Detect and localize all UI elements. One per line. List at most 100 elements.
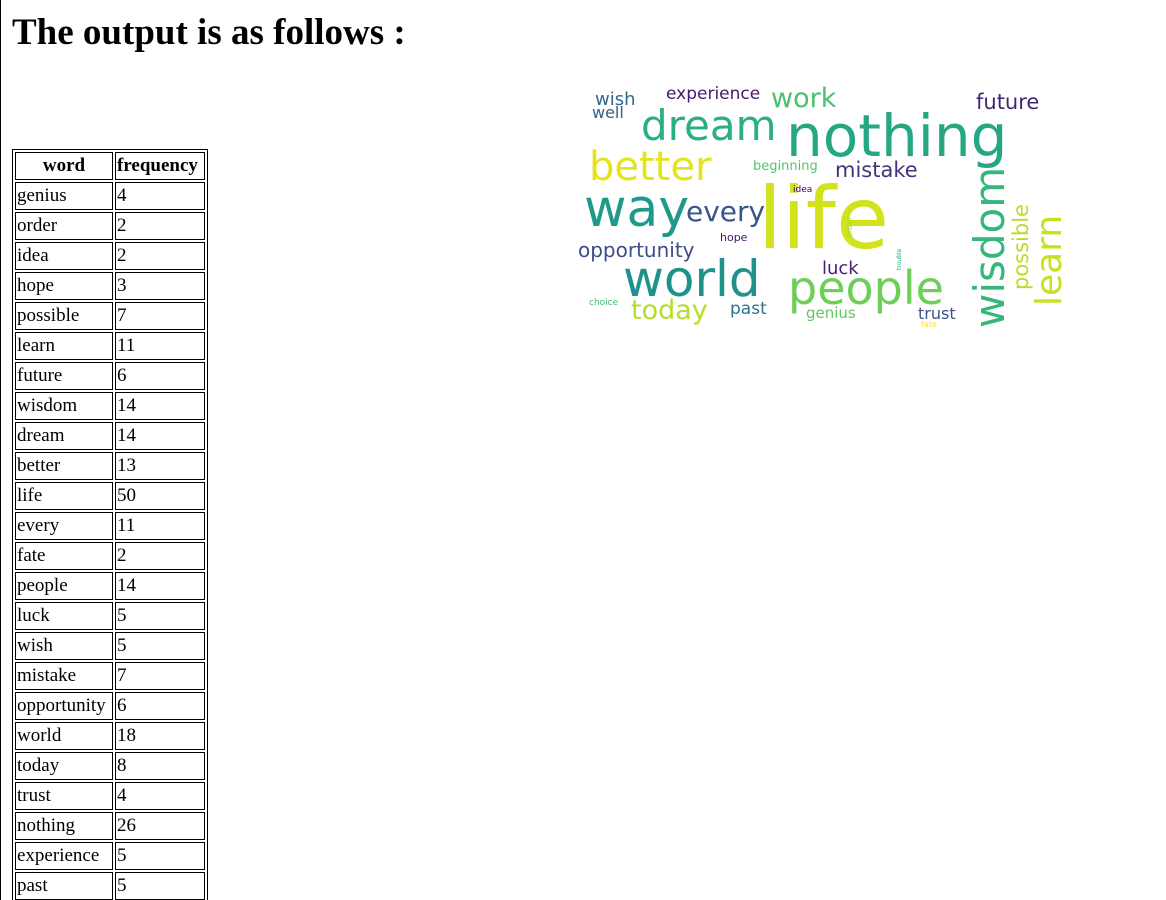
cloud-word: life: [758, 169, 889, 269]
table-row: fate 2: [15, 542, 205, 570]
cell-word: nothing: [15, 812, 113, 840]
cell-frequency: 8: [115, 752, 205, 780]
table-row: genius 4: [15, 182, 205, 210]
cloud-word: work: [771, 83, 837, 114]
column-header-frequency: frequency: [115, 152, 205, 180]
cell-frequency: 7: [115, 662, 205, 690]
table-row: wish 5: [15, 632, 205, 660]
cloud-word: dream: [641, 101, 777, 150]
cloud-word: every: [686, 195, 765, 228]
table-row: dream 14: [15, 422, 205, 450]
cloud-word: trouble: [896, 248, 903, 270]
cloud-word: today: [631, 295, 708, 326]
cell-word: opportunity: [15, 692, 113, 720]
cell-word: learn: [15, 332, 113, 360]
cell-frequency: 5: [115, 842, 205, 870]
cloud-word: well: [592, 103, 624, 122]
cloud-word: luck: [822, 258, 859, 279]
cloud-word: beginning: [753, 159, 818, 174]
table-row: luck 5: [15, 602, 205, 630]
cell-frequency: 5: [115, 632, 205, 660]
table-row: people 14: [15, 572, 205, 600]
cell-frequency: 11: [115, 512, 205, 540]
table-row: trust 4: [15, 782, 205, 810]
table-row: world 18: [15, 722, 205, 750]
cell-frequency: 2: [115, 542, 205, 570]
cell-frequency: 18: [115, 722, 205, 750]
table-row: wisdom 14: [15, 392, 205, 420]
cloud-word: fate: [921, 320, 937, 329]
cell-frequency: 26: [115, 812, 205, 840]
table-row: order 2: [15, 212, 205, 240]
cell-word: wisdom: [15, 392, 113, 420]
page-heading: The output is as follows :: [12, 12, 406, 53]
cell-word: idea: [15, 242, 113, 270]
cell-frequency: 4: [115, 182, 205, 210]
cell-word: people: [15, 572, 113, 600]
cloud-word: better: [589, 144, 712, 190]
cell-frequency: 14: [115, 572, 205, 600]
cell-word: trust: [15, 782, 113, 810]
word-frequency-table: word frequency genius 4 order 2 idea 2 hope 3 po…: [12, 149, 208, 900]
cloud-word: wisdom: [965, 167, 1014, 328]
cell-frequency: 14: [115, 392, 205, 420]
cell-word: experience: [15, 842, 113, 870]
table-row: life 50: [15, 482, 205, 510]
cloud-word: experience: [666, 84, 760, 104]
cloud-word: choice: [589, 298, 619, 308]
table-row: hope 3: [15, 272, 205, 300]
cell-word: life: [15, 482, 113, 510]
table-row: learn 11: [15, 332, 205, 360]
cell-word: future: [15, 362, 113, 390]
cloud-word: genius: [806, 304, 856, 322]
cell-frequency: 5: [115, 872, 205, 900]
table-row: every 11: [15, 512, 205, 540]
table-row: mistake 7: [15, 662, 205, 690]
cell-frequency: 5: [115, 602, 205, 630]
cell-frequency: 2: [115, 212, 205, 240]
cell-word: luck: [15, 602, 113, 630]
table-row: possible 7: [15, 302, 205, 330]
table-row: past 5: [15, 872, 205, 900]
table-row: opportunity 6: [15, 692, 205, 720]
cell-frequency: 2: [115, 242, 205, 270]
cell-frequency: 50: [115, 482, 205, 510]
cloud-word: idea: [793, 185, 812, 195]
cell-frequency: 3: [115, 272, 205, 300]
cell-word: possible: [15, 302, 113, 330]
cell-word: hope: [15, 272, 113, 300]
cloud-word: mistake: [835, 158, 918, 182]
cloud-word: hope: [720, 231, 748, 244]
cell-frequency: 7: [115, 302, 205, 330]
cell-frequency: 6: [115, 692, 205, 720]
word-cloud-image: lifenothingworld peoplewaydreambetter wisd…: [578, 83, 1066, 329]
table-row: nothing 26: [15, 812, 205, 840]
cloud-word: order: [845, 216, 854, 238]
cell-word: mistake: [15, 662, 113, 690]
cell-word: world: [15, 722, 113, 750]
cell-word: fate: [15, 542, 113, 570]
table-header-row: word frequency: [15, 152, 205, 180]
cloud-word: past: [730, 299, 767, 319]
cell-frequency: 14: [115, 422, 205, 450]
column-header-word: word: [15, 152, 113, 180]
table-row: better 13: [15, 452, 205, 480]
cloud-word: future: [976, 90, 1039, 114]
cell-word: wish: [15, 632, 113, 660]
cell-frequency: 11: [115, 332, 205, 360]
cloud-word: opportunity: [578, 238, 695, 262]
cell-frequency: 13: [115, 452, 205, 480]
cell-word: past: [15, 872, 113, 900]
cloud-word: possible: [1009, 204, 1033, 290]
cell-word: today: [15, 752, 113, 780]
cell-word: dream: [15, 422, 113, 450]
table-row: idea 2: [15, 242, 205, 270]
cell-word: every: [15, 512, 113, 540]
cell-frequency: 6: [115, 362, 205, 390]
cell-word: genius: [15, 182, 113, 210]
table-row: today 8: [15, 752, 205, 780]
cell-word: order: [15, 212, 113, 240]
cell-frequency: 4: [115, 782, 205, 810]
cell-word: better: [15, 452, 113, 480]
table-row: experience 5: [15, 842, 205, 870]
